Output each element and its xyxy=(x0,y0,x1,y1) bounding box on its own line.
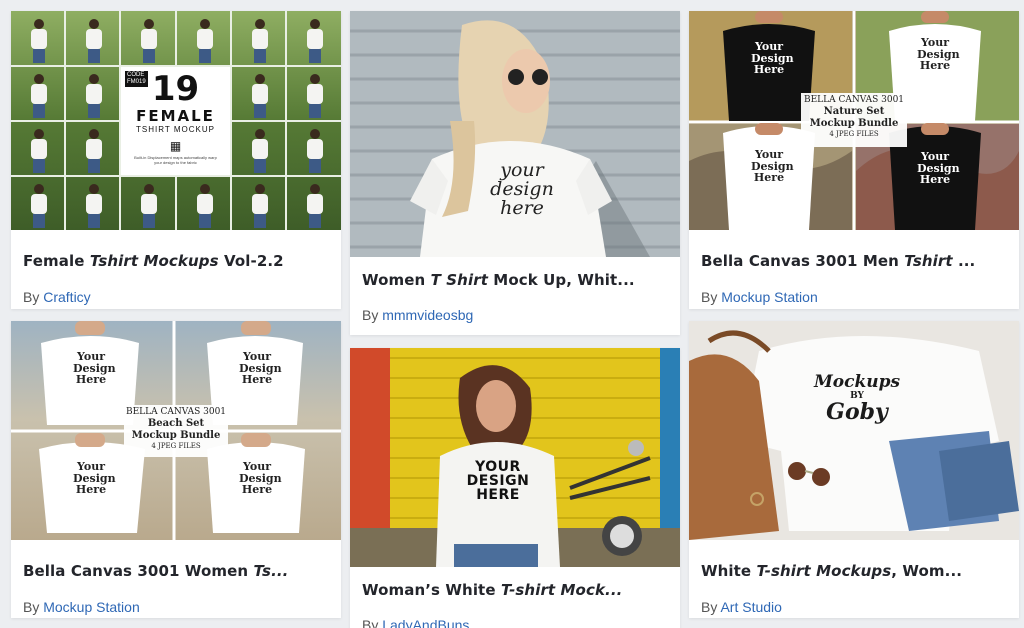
author-link[interactable]: Art Studio xyxy=(720,599,781,615)
bundle-set: Nature Set xyxy=(823,106,885,117)
product-thumbnail[interactable]: Mockups BY Goby xyxy=(689,321,1019,540)
shirt-design-text: Your Design Here xyxy=(73,350,116,387)
product-card[interactable]: YOUR DESIGN HERE Woman’s White T-shirt M… xyxy=(350,348,680,628)
shirt-design-text: Your Design Here xyxy=(917,36,960,73)
woman-motorcycle-photo xyxy=(350,348,680,567)
by-label: By xyxy=(701,289,718,305)
product-card[interactable]: Your Design Here Your Design Here Your D… xyxy=(689,11,1019,309)
bundle-files: 4 JPEG FILES xyxy=(829,130,879,138)
product-thumbnail[interactable]: your design here xyxy=(350,11,680,257)
title-italic-text: Tshirt xyxy=(904,252,953,270)
product-title[interactable]: Bella Canvas 3001 Men Tshirt ... xyxy=(701,252,1007,270)
bundle-title: Mockup Bundle xyxy=(131,430,221,441)
by-label: By xyxy=(362,307,379,323)
product-card[interactable]: your design here Women T Shirt Mock Up, … xyxy=(350,11,680,335)
title-text-rest: Vol-2.2 xyxy=(218,252,284,270)
title-text-rest: Mock Up, Whit... xyxy=(487,271,635,289)
bundle-brand: BELLA CANVAS 3001 xyxy=(125,407,227,417)
product-card[interactable]: Your Design Here Your Design Here Your D… xyxy=(11,321,341,618)
product-title[interactable]: Bella Canvas 3001 Women Ts... xyxy=(23,562,329,580)
byline: By Mockup Station xyxy=(23,599,329,615)
shirt-design-text: Your Design Here xyxy=(751,40,794,77)
byline: By Crafticy xyxy=(23,289,329,305)
title-italic-text: T Shirt xyxy=(430,271,488,289)
product-title[interactable]: Women T Shirt Mock Up, Whit... xyxy=(362,271,668,289)
brand-logo: Mockups BY Goby xyxy=(807,373,907,423)
product-badge: CODE FM019 19 FEMALE TSHIRT MOCKUP ▦ Bui… xyxy=(121,67,230,175)
title-italic-text: Tshirt Mockups xyxy=(89,252,219,270)
title-italic-text: T-shirt Mock... xyxy=(500,581,623,599)
product-thumbnail[interactable]: YOUR DESIGN HERE xyxy=(350,348,680,567)
badge-headline: FEMALE xyxy=(136,107,215,125)
author-link[interactable]: mmmvideosbg xyxy=(382,307,473,323)
byline: By Mockup Station xyxy=(701,289,1007,305)
author-link[interactable]: Mockup Station xyxy=(43,599,140,615)
title-text: Women xyxy=(362,271,431,289)
by-label: By xyxy=(362,617,379,628)
bundle-set: Beach Set xyxy=(147,418,205,429)
woman-wall-photo xyxy=(350,11,680,257)
product-title[interactable]: Female Tshirt Mockups Vol-2.2 xyxy=(23,252,329,270)
code-label: CODE xyxy=(127,72,145,78)
by-label: By xyxy=(23,599,40,615)
flatlay-photo xyxy=(689,321,1019,540)
title-text-rest: ... xyxy=(952,252,976,270)
title-text-rest: , Wom... xyxy=(891,562,963,580)
bundle-brand: BELLA CANVAS 3001 xyxy=(803,95,905,105)
shirt-design-text: your design here xyxy=(482,161,562,218)
shirt-design-text: Your Design Here xyxy=(73,460,116,497)
title-italic-text: Ts... xyxy=(253,562,289,580)
author-link[interactable]: Crafticy xyxy=(43,289,90,305)
title-text: Bella Canvas 3001 Men xyxy=(701,252,905,270)
logo-line-3: Goby xyxy=(826,399,888,425)
shirt-design-text: Your Design Here xyxy=(751,148,794,185)
shirt-design-text: Your Design Here xyxy=(239,350,282,387)
author-link[interactable]: LadyAndBuns xyxy=(382,617,469,628)
logo-line-1: Mockups xyxy=(813,372,901,392)
by-label: By xyxy=(701,599,718,615)
shirt-design-text: YOUR DESIGN HERE xyxy=(466,459,530,503)
author-link[interactable]: Mockup Station xyxy=(721,289,818,305)
byline: By mmmvideosbg xyxy=(362,307,668,323)
title-text: Bella Canvas 3001 Women xyxy=(23,562,254,580)
displacement-map-icon: ▦ xyxy=(169,139,182,153)
product-card[interactable]: Mockups BY Goby White T-shirt Mockups, W… xyxy=(689,321,1019,618)
title-text: Woman’s White xyxy=(362,581,501,599)
badge-footnote: Built-in Displacement maps automatically… xyxy=(134,155,217,165)
byline: By Art Studio xyxy=(701,599,1007,615)
bundle-label: BELLA CANVAS 3001 Beach Set Mockup Bundl… xyxy=(124,407,228,451)
badge-subline: TSHIRT MOCKUP xyxy=(136,125,215,134)
product-title[interactable]: Woman’s White T-shirt Mock... xyxy=(362,581,668,599)
product-thumbnail[interactable]: Your Design Here Your Design Here Your D… xyxy=(689,11,1019,230)
code-value: FM019 xyxy=(127,79,146,85)
title-text: Female xyxy=(23,252,90,270)
shirt-design-text-value: your design here xyxy=(490,159,554,219)
shirt-design-text: Your Design Here xyxy=(239,460,282,497)
bundle-label: BELLA CANVAS 3001 Nature Set Mockup Bund… xyxy=(801,95,907,139)
product-thumbnail[interactable]: Your Design Here Your Design Here Your D… xyxy=(11,321,341,540)
product-title[interactable]: White T-shirt Mockups, Wom... xyxy=(701,562,1007,580)
product-card[interactable]: CODE FM019 19 FEMALE TSHIRT MOCKUP ▦ Bui… xyxy=(11,11,341,309)
product-thumbnail[interactable]: CODE FM019 19 FEMALE TSHIRT MOCKUP ▦ Bui… xyxy=(11,11,341,230)
bundle-title: Mockup Bundle xyxy=(809,118,899,129)
title-italic-text: T-shirt Mockups xyxy=(756,562,892,580)
shirt-design-text: Your Design Here xyxy=(917,150,960,187)
bundle-files: 4 JPEG FILES xyxy=(151,442,201,450)
byline: By LadyAndBuns xyxy=(362,617,668,628)
by-label: By xyxy=(23,289,40,305)
title-text: White xyxy=(701,562,757,580)
